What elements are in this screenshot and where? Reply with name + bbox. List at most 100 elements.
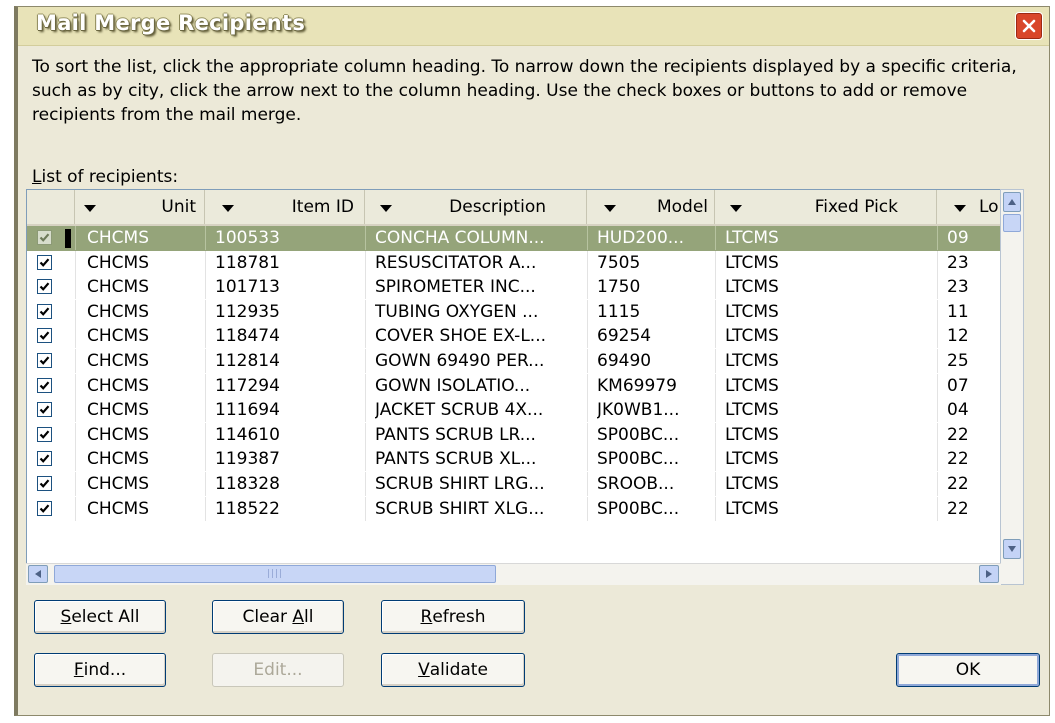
clear-all-button[interactable]: Clear All <box>212 600 344 634</box>
title-bar[interactable]: Mail Merge Recipients <box>18 7 1049 46</box>
checkmark-icon <box>39 381 50 390</box>
row-checkbox[interactable] <box>37 377 52 393</box>
cell-fixed-pick: LTCMS <box>725 375 779 396</box>
validate-accel: V <box>418 660 430 680</box>
column-divider <box>715 447 716 472</box>
refresh-label: efresh <box>432 607 486 627</box>
cell-item-id: 118781 <box>215 252 280 273</box>
cell-description: COVER SHOE EX-L... <box>375 326 546 347</box>
checkmark-icon <box>39 430 50 439</box>
checkmark-icon <box>39 331 50 341</box>
column-divider <box>587 226 588 250</box>
column-divider <box>937 472 938 496</box>
row-checkbox[interactable] <box>37 328 52 344</box>
cell-unit: CHCMS <box>87 351 149 371</box>
column-divider <box>365 299 366 324</box>
select-all-button[interactable]: Select All <box>34 600 166 634</box>
dropdown-arrow-icon[interactable] <box>601 202 619 214</box>
row-checkbox[interactable] <box>37 476 52 491</box>
vertical-scroll-thumb[interactable] <box>1003 214 1021 232</box>
checkmark-icon <box>39 282 50 292</box>
table-row[interactable]: CHCMS 111694 JACKET SCRUB 4X... JK0WB1... LT… <box>27 398 1000 423</box>
checkmark-icon <box>39 479 50 488</box>
column-divider <box>75 226 76 250</box>
column-divider <box>75 496 76 521</box>
column-header-loc[interactable]: Lo <box>937 190 1000 224</box>
row-checkbox[interactable] <box>37 451 52 467</box>
ok-button[interactable]: OK <box>896 653 1040 687</box>
checkmark-icon <box>39 258 50 267</box>
table-row[interactable]: CHCMS 119387 PANTS SCRUB XL... SP00BC... LTC… <box>27 447 1000 472</box>
column-divider <box>715 422 716 447</box>
column-divider <box>937 275 938 300</box>
cell-model: SP00BC... <box>597 449 680 470</box>
cell-loc: 09 <box>947 228 969 248</box>
table-row[interactable]: CHCMS 118522 SCRUB SHIRT XLG... SP00BC... LT… <box>27 496 1000 522</box>
column-header-description[interactable]: Description <box>365 190 587 224</box>
scroll-right-button[interactable] <box>979 565 999 583</box>
table-row[interactable]: CHCMS 118474 COVER SHOE EX-L... 69254 LTCMS 1… <box>27 324 1000 349</box>
cell-fixed-pick: LTCMS <box>725 326 779 347</box>
row-focus-marker <box>65 229 71 248</box>
scroll-up-button[interactable] <box>1003 192 1021 212</box>
dropdown-arrow-icon[interactable] <box>81 202 99 214</box>
row-checkbox[interactable] <box>37 500 52 516</box>
column-divider <box>75 398 76 423</box>
scroll-down-button[interactable] <box>1003 539 1021 559</box>
cell-unit: CHCMS <box>87 326 149 347</box>
table-row[interactable]: CHCMS 114610 PANTS SCRUB LR... SP00BC... LTC… <box>27 422 1000 448</box>
close-x-icon <box>1022 19 1036 33</box>
recipients-list[interactable]: Unit Item ID Description Model Fixed Pic… <box>26 189 1001 585</box>
column-divider <box>937 422 938 447</box>
horizontal-scroll-thumb[interactable]: |||| <box>54 565 496 583</box>
cell-model: SROOB... <box>597 474 675 494</box>
column-header-fixed-pick[interactable]: Fixed Pick <box>715 190 937 224</box>
checkbox-column-header <box>27 190 75 224</box>
edit-button: Edit... <box>212 653 344 687</box>
instructions-text: To sort the list, click the appropriate … <box>32 57 1017 125</box>
row-checkbox[interactable] <box>37 402 52 418</box>
table-row[interactable]: CHCMS 112814 GOWN 69490 PER... 69490 LTCMS 25 <box>27 349 1000 374</box>
table-row[interactable]: CHCMS 100533 CONCHA COLUMN... HUD200... LTCM… <box>27 226 1000 251</box>
column-divider <box>205 472 206 496</box>
table-row[interactable]: CHCMS 118328 SCRUB SHIRT LRG... SROOB... LTC… <box>27 472 1000 497</box>
scroll-left-button[interactable] <box>28 565 48 583</box>
row-checkbox[interactable] <box>37 426 52 442</box>
find-accel: F <box>73 660 84 680</box>
triangle-down-icon <box>1008 546 1016 552</box>
column-header-unit[interactable]: Unit <box>75 190 205 224</box>
row-checkbox[interactable] <box>37 230 52 245</box>
validate-button[interactable]: Validate <box>381 653 525 687</box>
cell-item-id: 118328 <box>215 474 280 494</box>
cell-description: GOWN ISOLATIO... <box>375 375 531 396</box>
dropdown-arrow-icon[interactable] <box>727 202 745 214</box>
close-button[interactable] <box>1015 12 1043 40</box>
cell-loc: 22 <box>947 424 969 445</box>
horizontal-scrollbar[interactable]: |||| <box>26 563 1001 585</box>
checkmark-icon <box>39 504 50 513</box>
vertical-scrollbar[interactable] <box>1000 189 1024 585</box>
row-checkbox[interactable] <box>37 303 52 319</box>
find-button[interactable]: Find... <box>34 653 166 687</box>
table-row[interactable]: CHCMS 101713 SPIROMETER INC... 1750 LTCMS 23 <box>27 275 1000 300</box>
table-row[interactable]: CHCMS 117294 GOWN ISOLATIO... KM69979 LTCMS 0… <box>27 373 1000 399</box>
row-checkbox[interactable] <box>37 353 52 368</box>
dropdown-arrow-icon[interactable] <box>951 202 969 214</box>
column-header-model[interactable]: Model <box>587 190 715 224</box>
row-checkbox[interactable] <box>37 279 52 295</box>
table-row[interactable]: CHCMS 112935 TUBING OXYGEN ... 1115 LTCMS 11 <box>27 299 1000 325</box>
column-header-model-label: Model <box>656 197 708 217</box>
column-header-item-id[interactable]: Item ID <box>205 190 365 224</box>
dropdown-arrow-icon[interactable] <box>377 202 395 214</box>
cell-description: SCRUB SHIRT LRG... <box>375 474 545 494</box>
column-divider <box>365 349 366 373</box>
column-header-loc-label: Lo <box>979 197 999 217</box>
column-divider <box>715 299 716 324</box>
checkmark-icon <box>39 454 50 464</box>
row-checkbox[interactable] <box>37 254 52 270</box>
refresh-button[interactable]: Refresh <box>381 600 525 634</box>
table-row[interactable]: CHCMS 118781 RESUSCITATOR A... 7505 LTCMS 23 <box>27 250 1000 276</box>
checkmark-icon <box>39 356 50 365</box>
dropdown-arrow-icon[interactable] <box>219 202 237 214</box>
column-divider <box>75 422 76 447</box>
